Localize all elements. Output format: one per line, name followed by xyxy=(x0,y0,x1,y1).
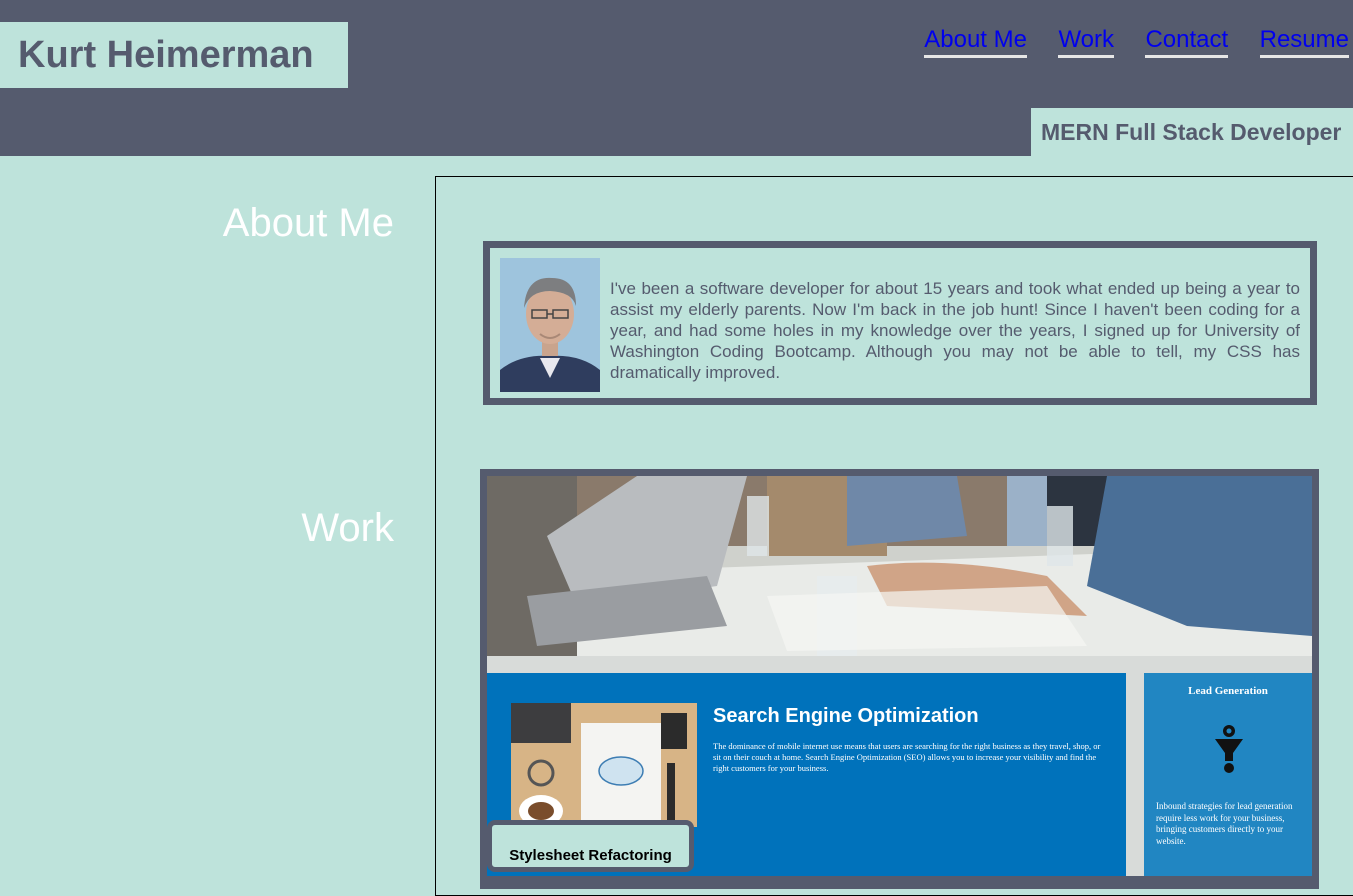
nav-link-work[interactable]: Work xyxy=(1058,26,1114,58)
main-nav: About Me Work Contact Resume xyxy=(924,26,1349,58)
seo-title: Search Engine Optimization xyxy=(713,705,979,727)
seo-description: The dominance of mobile internet use mea… xyxy=(713,741,1101,773)
nav-link-contact[interactable]: Contact xyxy=(1145,26,1229,58)
lead-generation-description: Inbound strategies for lead generation r… xyxy=(1156,801,1293,846)
funnel-gear-icon xyxy=(1212,723,1246,773)
nav-link-resume[interactable]: Resume xyxy=(1259,26,1349,58)
about-me-heading: About Me xyxy=(222,201,394,245)
seo-thumbnail xyxy=(511,703,697,827)
meeting-photo xyxy=(487,476,1312,656)
site-title: Kurt Heimerman xyxy=(0,22,348,88)
about-me-text: I've been a software developer for about… xyxy=(610,279,1300,382)
nav-link-about-me[interactable]: About Me xyxy=(924,26,1027,58)
project-label[interactable]: Stylesheet Refactoring xyxy=(487,820,694,872)
project-screenshot[interactable]: Search Engine Optimization The dominance… xyxy=(487,476,1312,876)
work-heading: Work xyxy=(301,506,394,550)
site-subtitle: MERN Full Stack Developer xyxy=(1031,108,1353,156)
profile-photo xyxy=(500,258,600,392)
about-me-card: I've been a software developer for about… xyxy=(483,241,1317,405)
lead-generation-title: Lead Generation xyxy=(1188,685,1268,697)
lead-generation-panel: Lead Generation Inbound strategies for l… xyxy=(1144,673,1312,876)
site-header: Kurt Heimerman About Me Work Contact Res… xyxy=(0,0,1353,156)
